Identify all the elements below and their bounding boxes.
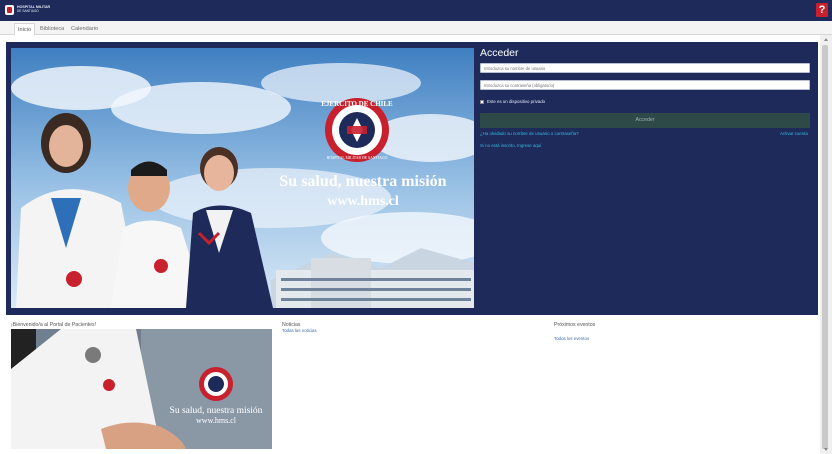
top-header-bar: HOSPITAL MILITAR DE SANTIAGO ?: [0, 0, 832, 21]
page-scrollbar[interactable]: [820, 35, 832, 454]
logo-text: HOSPITAL MILITAR DE SANTIAGO: [17, 5, 50, 14]
scroll-down-arrow-icon[interactable]: [824, 448, 828, 451]
promo-tagline: Su salud, nuestra misión: [170, 406, 263, 416]
promo-url: www.hms.cl: [196, 416, 237, 425]
banner-tagline: Su salud, nuestra misión: [279, 173, 446, 190]
all-news-link[interactable]: Todas las noticias: [282, 328, 317, 333]
login-submit-button[interactable]: Acceder: [480, 113, 810, 128]
scroll-up-arrow-icon[interactable]: [824, 38, 828, 41]
emblem-top-text: EJERCITO DE CHILE: [321, 100, 393, 108]
events-title: Próximos eventos: [554, 322, 596, 328]
password-input[interactable]: [480, 80, 810, 90]
banner-url: www.hms.cl: [327, 194, 399, 209]
register-link[interactable]: Si no está inscrito, Ingrese aquí: [480, 143, 542, 148]
hero-panel: EJERCITO DE CHILE HOSPITAL MILITAR DE SA…: [6, 42, 818, 315]
remember-device[interactable]: Este es un dispositivo privado: [480, 99, 545, 104]
remember-checkbox[interactable]: [480, 99, 484, 104]
remember-label: Este es un dispositivo privado: [487, 99, 546, 104]
logo-line2: DE SANTIAGO: [17, 9, 39, 13]
welcome-title: ¡Bienvenido/a al Portal de Pacientes!: [11, 322, 97, 328]
emblem-bottom-text: HOSPITAL MILITAR DE SANTIAGO: [327, 156, 388, 160]
tab-calendario[interactable]: Calendario: [68, 23, 101, 35]
tab-biblioteca[interactable]: Biblioteca: [37, 23, 67, 35]
hospital-logo[interactable]: HOSPITAL MILITAR DE SANTIAGO: [5, 5, 50, 15]
login-title: Acceder: [480, 47, 519, 59]
username-input[interactable]: [480, 63, 810, 73]
scroll-thumb[interactable]: [822, 45, 828, 449]
shield-icon: [5, 5, 14, 15]
all-events-link[interactable]: Todos los eventos: [554, 336, 589, 341]
welcome-promo-image: Su salud, nuestra misión www.hms.cl: [11, 329, 272, 449]
forgot-credentials-link[interactable]: ¿Ha olvidado su nombre de usuario o cont…: [480, 131, 579, 136]
login-panel: Acceder Este es un dispositivo privado A…: [480, 42, 812, 315]
tab-bar: Inicio Biblioteca Calendario: [0, 21, 832, 35]
activate-account-link[interactable]: Activar cuenta: [780, 131, 808, 136]
help-button[interactable]: ?: [816, 3, 828, 17]
hero-banner-image: EJERCITO DE CHILE HOSPITAL MILITAR DE SA…: [11, 48, 474, 308]
tab-inicio[interactable]: Inicio: [14, 23, 36, 35]
